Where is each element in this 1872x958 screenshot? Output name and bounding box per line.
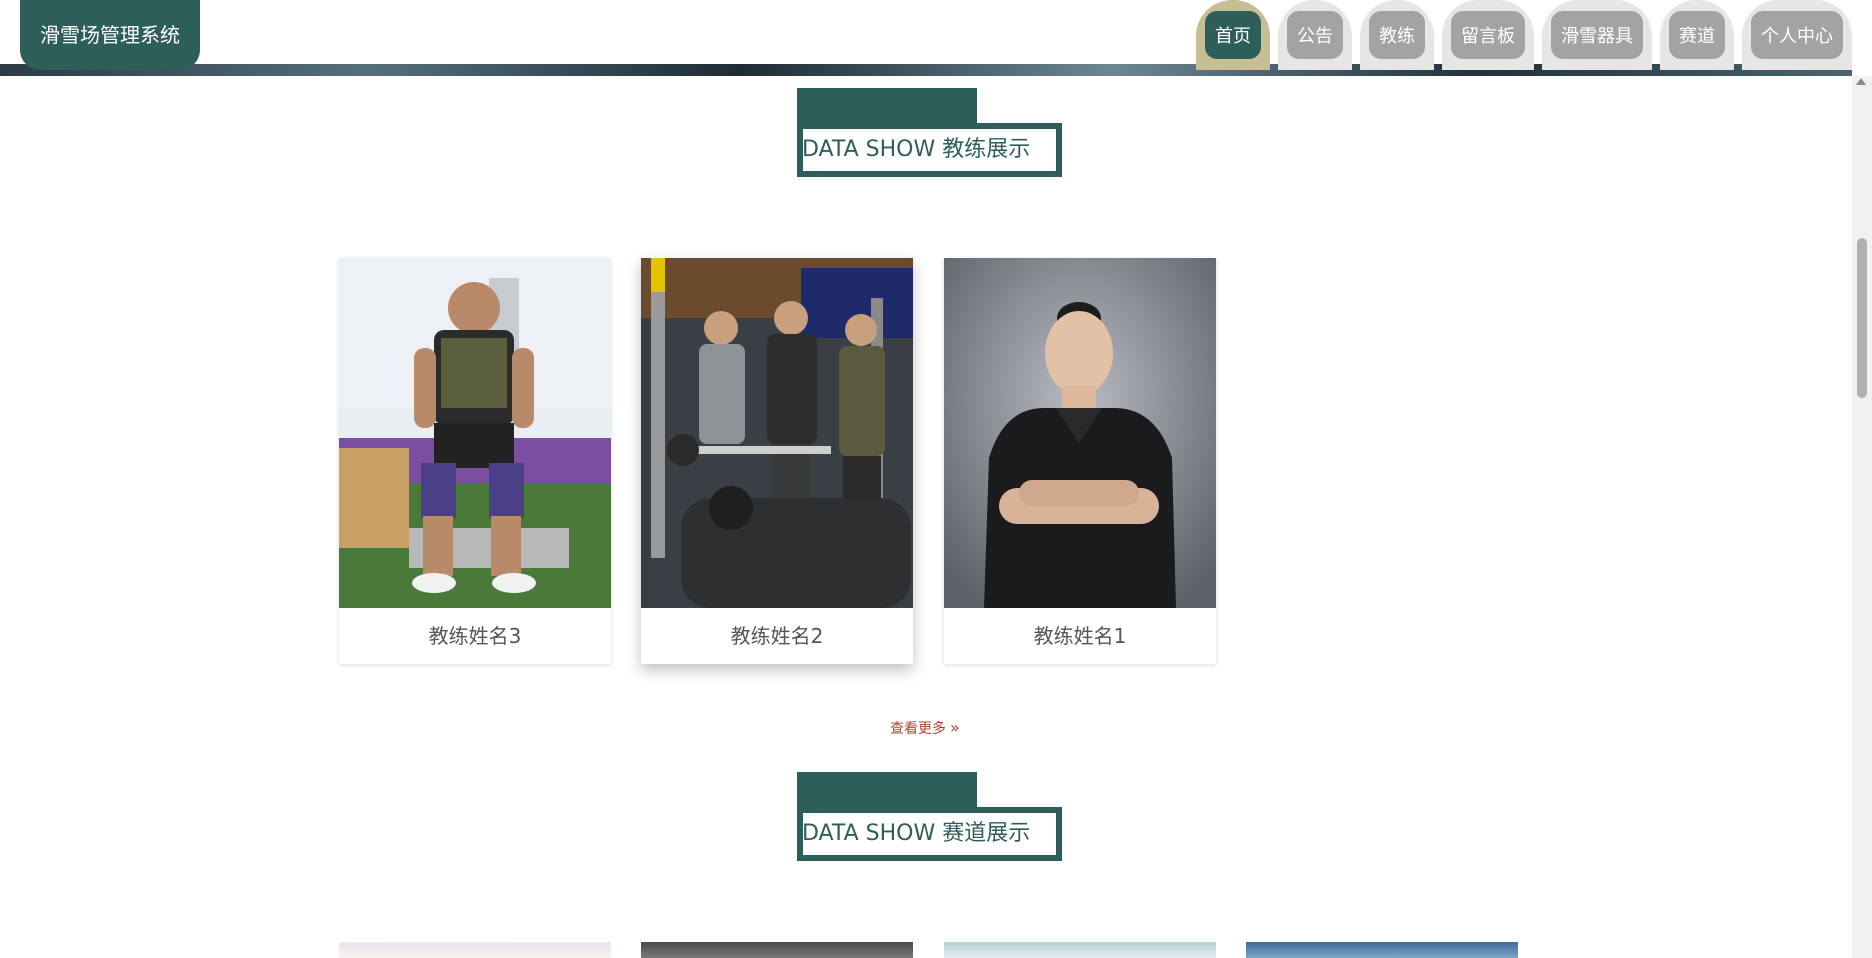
nav-item-coaches[interactable]: 教练 — [1360, 0, 1434, 70]
section-title-text: DATA SHOW 教练展示 — [802, 137, 1031, 162]
nav-item-ski-equipment[interactable]: 滑雪器具 — [1542, 0, 1652, 70]
coach-card[interactable]: 教练姓名3 — [339, 258, 611, 664]
coach-photo[interactable] — [641, 258, 913, 608]
section-title-text: DATA SHOW 赛道展示 — [802, 821, 1031, 846]
coach-name[interactable]: 教练姓名2 — [641, 608, 913, 664]
track-section-title: DATA SHOW 赛道展示 — [797, 772, 1062, 862]
nav-item-label: 留言板 — [1451, 11, 1525, 59]
nav-item-label: 赛道 — [1669, 11, 1725, 59]
coach-name[interactable]: 教练姓名3 — [339, 608, 611, 664]
view-more-label: 查看更多 — [890, 721, 946, 737]
nav-item-label: 滑雪器具 — [1551, 11, 1643, 59]
nav-item-home[interactable]: 首页 — [1196, 0, 1270, 70]
double-chevron-right-icon: » — [950, 718, 960, 737]
coach-card[interactable]: 教练姓名2 — [641, 258, 913, 664]
track-card-image[interactable] — [339, 942, 611, 958]
coach-name[interactable]: 教练姓名1 — [944, 608, 1216, 664]
track-card-image[interactable] — [944, 942, 1216, 958]
nav-item-label: 个人中心 — [1751, 11, 1843, 59]
nav-item-label: 教练 — [1369, 11, 1425, 59]
section-title-tab — [797, 88, 977, 128]
coach-photo[interactable] — [339, 258, 611, 608]
section-title-tab — [797, 772, 977, 812]
brand-logo[interactable]: 滑雪场管理系统 — [20, 0, 200, 70]
nav-item-label: 首页 — [1205, 11, 1261, 59]
coach-photo[interactable] — [944, 258, 1216, 608]
coach-card[interactable]: 教练姓名1 — [944, 258, 1216, 664]
scroll-up-arrow-icon[interactable] — [1856, 78, 1866, 85]
main-nav: 首页 公告 教练 留言板 滑雪器具 赛道 个人中心 — [1196, 0, 1852, 70]
scrollbar-thumb[interactable] — [1857, 238, 1867, 398]
nav-item-announcements[interactable]: 公告 — [1278, 0, 1352, 70]
nav-item-message-board[interactable]: 留言板 — [1442, 0, 1534, 70]
nav-item-personal-center[interactable]: 个人中心 — [1742, 0, 1852, 70]
coach-section-title: DATA SHOW 教练展示 — [797, 88, 1062, 178]
page-scrollbar[interactable] — [1852, 76, 1872, 958]
section-title-box: DATA SHOW 赛道展示 — [797, 807, 1062, 861]
header: 滑雪场管理系统 首页 公告 教练 留言板 滑雪器具 赛道 个人中心 — [0, 0, 1872, 76]
nav-item-label: 公告 — [1287, 11, 1343, 59]
section-title-box: DATA SHOW 教练展示 — [797, 123, 1062, 177]
track-card-image[interactable] — [641, 942, 913, 958]
nav-item-tracks[interactable]: 赛道 — [1660, 0, 1734, 70]
track-card-image[interactable] — [1246, 942, 1518, 958]
view-more-link[interactable]: 查看更多» — [890, 718, 960, 738]
